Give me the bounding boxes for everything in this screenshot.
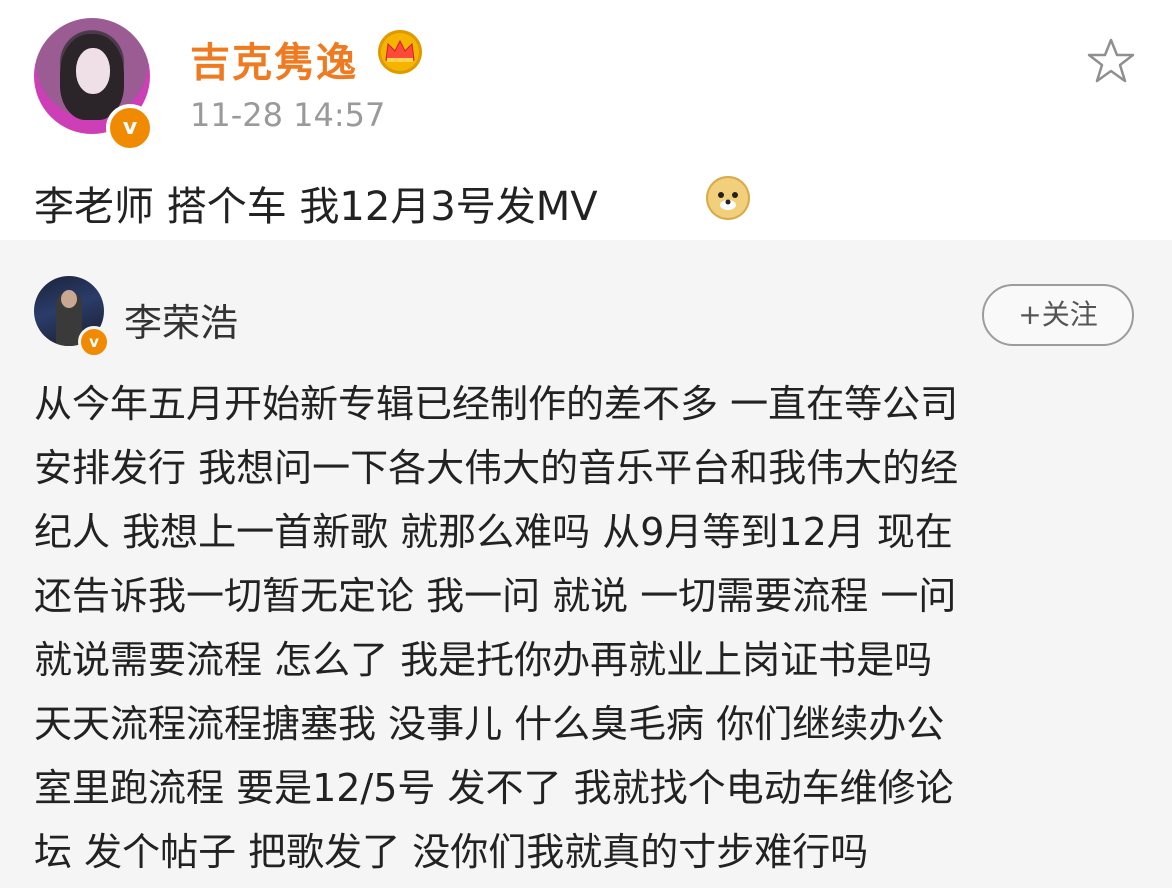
avatar-head xyxy=(61,290,77,308)
follow-button[interactable]: +关注 xyxy=(982,284,1134,346)
post-text: 李老师 搭个车 我12月3号发MV xyxy=(34,184,598,230)
post-timestamp: 11-28 14:57 xyxy=(190,96,386,134)
repost-text: 从今年五月开始新专辑已经制作的差不多 一直在等公司 安排发行 我想问一下各大伟大… xyxy=(34,372,1144,884)
crown-icon xyxy=(378,30,422,74)
repost-text-line: 从今年五月开始新专辑已经制作的差不多 一直在等公司 xyxy=(34,382,959,426)
repost-text-line: 纪人 我想上一首新歌 就那么难吗 从9月等到12月 现在 xyxy=(34,510,953,554)
repost-author-name[interactable]: 李荣浩 xyxy=(124,292,238,347)
avatar-face xyxy=(76,48,110,94)
verified-badge-icon: v xyxy=(106,104,154,152)
post-header: v 吉克隽逸 11-28 14:57 xyxy=(0,0,1172,160)
repost-text-line: 安排发行 我想问一下各大伟大的音乐平台和我伟大的经 xyxy=(34,446,959,490)
verified-badge-icon: v xyxy=(78,326,110,358)
repost-text-line: 室里跑流程 要是12/5号 发不了 我就找个电动车维修论 xyxy=(34,766,954,810)
doge-emoji-icon xyxy=(706,176,750,220)
author-name[interactable]: 吉克隽逸 xyxy=(190,30,358,88)
repost-card[interactable]: v 李荣浩 +关注 从今年五月开始新专辑已经制作的差不多 一直在等公司 安排发行… xyxy=(0,240,1172,888)
repost-text-line: 还告诉我一切暂无定论 我一问 就说 一切需要流程 一问 xyxy=(34,574,957,618)
repost-text-line: 就说需要流程 怎么了 我是托你办再就业上岗证书是吗 xyxy=(34,638,933,682)
repost-text-line: 天天流程流程搪塞我 没事儿 什么臭毛病 你们继续办公 xyxy=(34,702,945,746)
star-icon[interactable] xyxy=(1086,36,1136,86)
repost-text-line: 坛 发个帖子 把歌发了 没你们我就真的寸步难行吗 xyxy=(34,830,869,874)
